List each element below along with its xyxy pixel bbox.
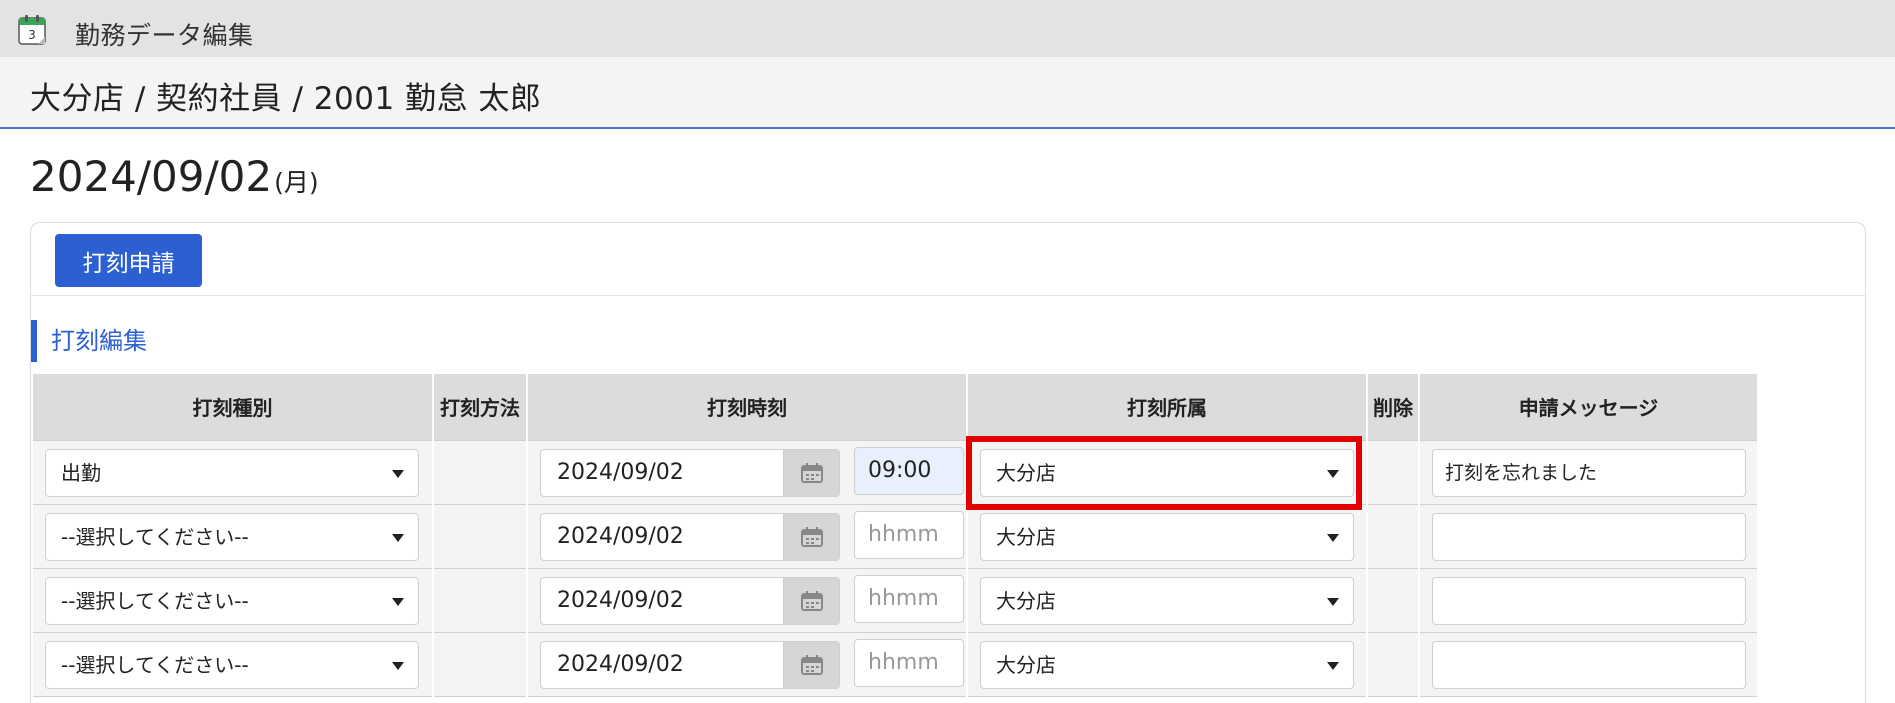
- section-title: 打刻編集: [31, 320, 147, 362]
- caret-down-icon: [392, 533, 404, 542]
- stamp-date-value: 2024/09/02: [557, 587, 684, 613]
- date-picker-button[interactable]: [783, 577, 839, 624]
- stamp-type-select[interactable]: --選択してください--: [45, 512, 419, 561]
- affiliation-value: 大分店: [996, 652, 1056, 677]
- svg-text:3: 3: [28, 28, 36, 42]
- stamp-type-select[interactable]: --選択してください--: [45, 576, 419, 625]
- calendar-icon: [801, 526, 823, 547]
- table-header-row: 打刻種別 打刻方法 打刻時刻 打刻所属 削除 申請メッセージ: [33, 374, 1757, 440]
- cell-message: [1419, 631, 1757, 697]
- edit-panel: 打刻申請 打刻編集 打刻種別 打刻方法 打刻時刻 打刻所属 削除 申請メッセージ…: [30, 222, 1866, 703]
- cell-message: 打刻を忘れました: [1419, 439, 1757, 505]
- cell-method: [433, 567, 528, 633]
- stamp-date-input[interactable]: 2024/09/02: [540, 448, 840, 497]
- affiliation-select[interactable]: 大分店: [980, 640, 1354, 689]
- affiliation-value: 大分店: [996, 460, 1056, 485]
- calendar-icon: [801, 590, 823, 611]
- app-title: 勤務データ編集: [75, 21, 254, 50]
- stamp-time-input[interactable]: hhmm: [854, 574, 964, 623]
- stamp-date-input[interactable]: 2024/09/02: [540, 576, 840, 625]
- calendar-icon: 3: [18, 14, 48, 46]
- stamp-date-value: 2024/09/02: [557, 523, 684, 549]
- stamp-type-value: --選択してください--: [61, 588, 249, 613]
- table-row: --選択してください-- 2024/09/02 hhmm 大分店: [33, 631, 1757, 697]
- date-picker-button[interactable]: [783, 513, 839, 560]
- caret-down-icon: [1327, 469, 1339, 478]
- cell-delete: [1367, 503, 1420, 569]
- stamp-type-select[interactable]: 出勤: [45, 448, 419, 497]
- cell-type: --選択してください--: [33, 631, 434, 697]
- apply-stamp-button[interactable]: 打刻申請: [55, 234, 202, 287]
- work-date: 2024/09/02: [30, 152, 273, 201]
- date-picker-button[interactable]: [783, 449, 839, 496]
- caret-down-icon: [1327, 661, 1339, 670]
- affiliation-value: 大分店: [996, 524, 1056, 549]
- cell-affiliation: 大分店: [967, 631, 1368, 697]
- header-affiliation: 打刻所属: [967, 374, 1368, 440]
- stamp-time-input[interactable]: hhmm: [854, 638, 964, 687]
- title-bar: 3 勤務データ編集: [0, 0, 1895, 57]
- affiliation-select[interactable]: 大分店: [980, 512, 1354, 561]
- cell-type: 出勤: [33, 439, 434, 505]
- cell-method: [433, 503, 528, 569]
- cell-time: 2024/09/02 hhmm: [527, 503, 968, 569]
- request-message-input[interactable]: [1432, 576, 1746, 625]
- cell-method: [433, 631, 528, 697]
- header-time: 打刻時刻: [527, 374, 968, 440]
- weekday: (月): [274, 168, 319, 197]
- panel-toolbar: 打刻申請: [31, 223, 1865, 296]
- stamp-type-value: --選択してください--: [61, 524, 249, 549]
- stamp-date-value: 2024/09/02: [557, 651, 684, 677]
- caret-down-icon: [1327, 597, 1339, 606]
- header-type: 打刻種別: [33, 374, 434, 440]
- stamp-table: 打刻種別 打刻方法 打刻時刻 打刻所属 削除 申請メッセージ 出勤 2024/0…: [33, 374, 1757, 697]
- table-row: --選択してください-- 2024/09/02 hhmm 大分店: [33, 567, 1757, 633]
- cell-time: 2024/09/02 hhmm: [527, 631, 968, 697]
- cell-affiliation: 大分店: [967, 567, 1368, 633]
- affiliation-select[interactable]: 大分店: [980, 576, 1354, 625]
- cell-delete: [1367, 567, 1420, 633]
- header-method: 打刻方法: [433, 374, 528, 440]
- header-message: 申請メッセージ: [1419, 374, 1757, 440]
- request-message-input[interactable]: [1432, 512, 1746, 561]
- calendar-icon: [801, 462, 823, 483]
- date-picker-button[interactable]: [783, 641, 839, 688]
- cell-message: [1419, 503, 1757, 569]
- cell-time: 2024/09/02 hhmm: [527, 567, 968, 633]
- stamp-time-input[interactable]: hhmm: [854, 510, 964, 559]
- stamp-date-input[interactable]: 2024/09/02: [540, 640, 840, 689]
- request-message-input[interactable]: 打刻を忘れました: [1432, 448, 1746, 497]
- table-row: --選択してください-- 2024/09/02 hhmm 大分店: [33, 503, 1757, 569]
- caret-down-icon: [392, 597, 404, 606]
- stamp-type-value: --選択してください--: [61, 652, 249, 677]
- breadcrumb-bar: 大分店 / 契約社員 / 2001 勤怠 太郎: [0, 57, 1895, 129]
- cell-method: [433, 439, 528, 505]
- stamp-type-select[interactable]: --選択してください--: [45, 640, 419, 689]
- stamp-time-input[interactable]: 09:00: [854, 446, 964, 495]
- affiliation-value: 大分店: [996, 588, 1056, 613]
- breadcrumb: 大分店 / 契約社員 / 2001 勤怠 太郎: [30, 81, 542, 117]
- cell-delete: [1367, 631, 1420, 697]
- cell-delete: [1367, 439, 1420, 505]
- page-title: 2024/09/02(月): [30, 152, 319, 201]
- caret-down-icon: [392, 469, 404, 478]
- cell-type: --選択してください--: [33, 567, 434, 633]
- affiliation-select[interactable]: 大分店: [980, 448, 1354, 497]
- table-row: 出勤 2024/09/02 09:00 大分店 打刻を忘れました: [33, 439, 1757, 505]
- caret-down-icon: [392, 661, 404, 670]
- stamp-date-input[interactable]: 2024/09/02: [540, 512, 840, 561]
- stamp-type-value: 出勤: [61, 460, 101, 485]
- stamp-date-value: 2024/09/02: [557, 459, 684, 485]
- cell-affiliation: 大分店: [967, 503, 1368, 569]
- cell-time: 2024/09/02 09:00: [527, 439, 968, 505]
- header-delete: 削除: [1367, 374, 1420, 440]
- calendar-icon: [801, 654, 823, 675]
- cell-affiliation: 大分店: [967, 439, 1368, 505]
- caret-down-icon: [1327, 533, 1339, 542]
- request-message-input[interactable]: [1432, 640, 1746, 689]
- cell-message: [1419, 567, 1757, 633]
- cell-type: --選択してください--: [33, 503, 434, 569]
